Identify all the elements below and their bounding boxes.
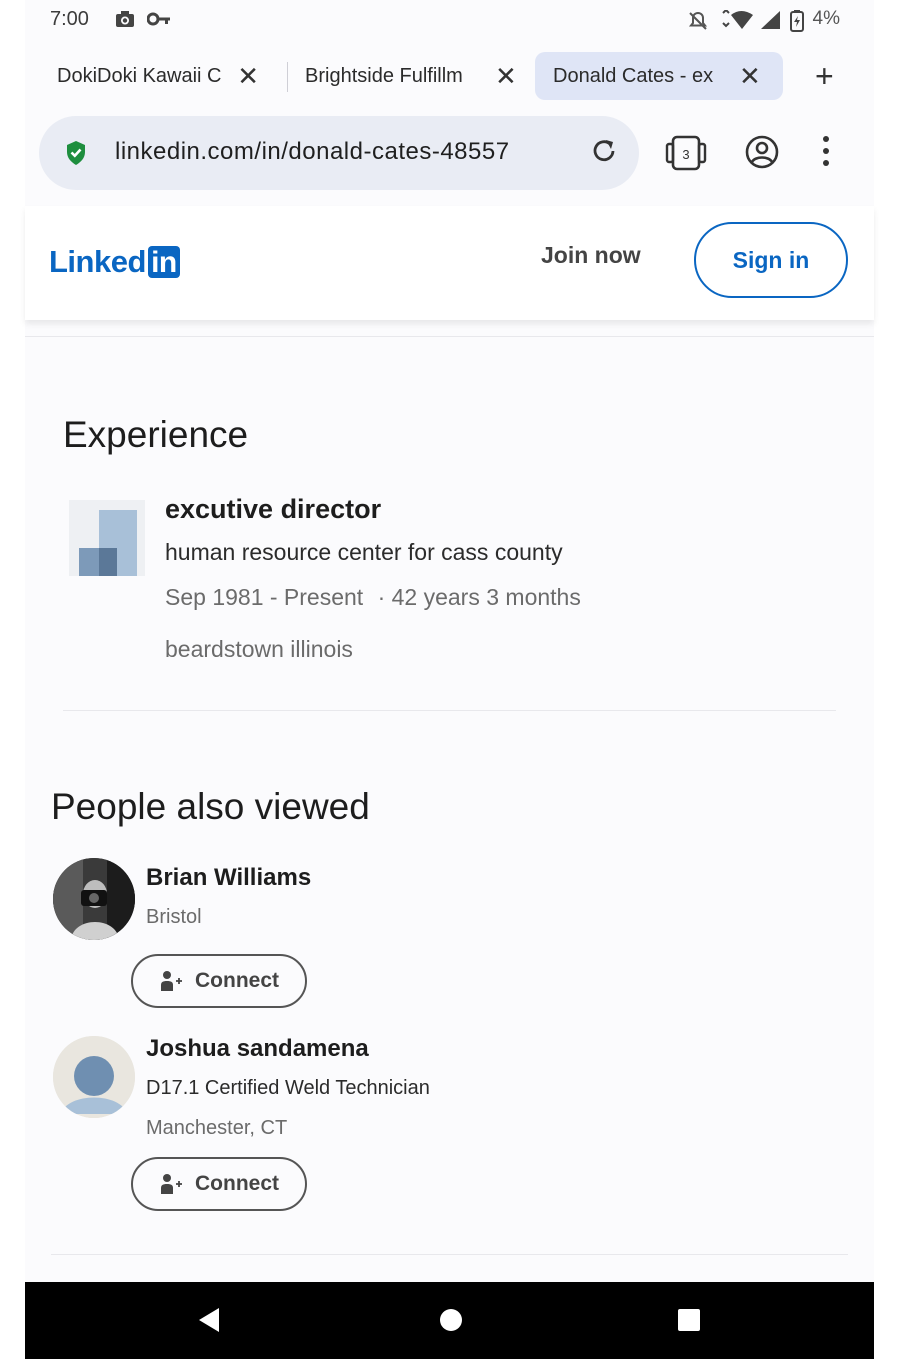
connect-button[interactable]: Connect [131, 954, 307, 1008]
tab-title: Donald Cates - ex [553, 64, 714, 87]
person-location: Bristol [146, 906, 202, 928]
tab-brightside[interactable]: Brightside Fulfillm ✕ [291, 52, 531, 100]
experience-organization[interactable]: human resource center for cass county [165, 539, 563, 566]
company-logo-placeholder [69, 500, 145, 576]
duration: · 42 years 3 months [377, 584, 581, 610]
avatar[interactable] [53, 858, 135, 940]
tab-switcher-icon[interactable]: 3 [665, 134, 707, 177]
person-headline: D17.1 Certified Weld Technician [146, 1077, 430, 1099]
system-navigation-bar [25, 1282, 874, 1359]
tab-count: 3 [682, 147, 689, 162]
linkedin-header: Linked in Join now Sign in [25, 206, 874, 320]
wifi-icon [721, 8, 757, 37]
person-name[interactable]: Brian Williams [146, 864, 311, 892]
experience-title: excutive director [165, 494, 382, 524]
home-icon[interactable] [438, 1306, 464, 1339]
tab-dokidoki[interactable]: DokiDoki Kawaii C ✕ [43, 52, 273, 100]
join-now-link[interactable]: Join now [541, 242, 641, 269]
browser-window: 7:00 4% DokiDoki Kawaii C ✕ Brightside F… [25, 0, 874, 1359]
add-person-icon [161, 1174, 182, 1194]
tab-title: Brightside Fulfillm [305, 64, 463, 87]
tab-strip: DokiDoki Kawaii C ✕ Brightside Fulfillm … [25, 48, 874, 106]
connect-button[interactable]: Connect [131, 1157, 307, 1211]
notifications-off-icon [687, 10, 709, 37]
tab-donald-cates[interactable]: Donald Cates - ex ✕ [535, 52, 783, 100]
avatar[interactable] [53, 1036, 135, 1118]
battery-icon [789, 10, 805, 37]
logo-text: Linked [49, 244, 146, 279]
address-bar[interactable]: linkedin.com/in/donald-cates-48557 [39, 116, 639, 190]
connect-label: Connect [195, 1172, 279, 1195]
new-tab-icon[interactable]: + [815, 60, 834, 92]
tab-divider [287, 62, 288, 92]
add-person-icon [161, 971, 182, 991]
divider [51, 1254, 848, 1255]
account-icon[interactable] [744, 134, 780, 175]
person-name[interactable]: Joshua sandamena [146, 1035, 369, 1063]
date-range: Sep 1981 - Present [165, 584, 364, 610]
people-also-viewed-heading: People also viewed [51, 786, 370, 827]
status-bar: 7:00 4% [25, 0, 874, 40]
url-text[interactable]: linkedin.com/in/donald-cates-48557 [115, 138, 570, 166]
linkedin-logo[interactable]: Linked in [49, 244, 180, 280]
cellular-signal-icon [760, 10, 782, 35]
divider [63, 710, 836, 711]
experience-location: beardstown illinois [165, 636, 353, 662]
sign-in-button[interactable]: Sign in [694, 222, 848, 298]
close-icon[interactable]: ✕ [495, 63, 517, 89]
shield-check-icon[interactable] [65, 140, 87, 171]
reload-icon[interactable] [589, 136, 619, 171]
tab-title: DokiDoki Kawaii C [57, 64, 222, 87]
status-time: 7:00 [50, 8, 89, 30]
battery-level: 4% [812, 8, 840, 29]
divider [25, 336, 874, 337]
experience-heading: Experience [63, 414, 249, 455]
key-icon [146, 10, 171, 33]
logo-in-badge: in [147, 246, 180, 279]
close-icon[interactable]: ✕ [739, 63, 761, 89]
back-icon[interactable] [197, 1306, 221, 1339]
more-vert-icon[interactable] [821, 134, 831, 173]
recents-icon[interactable] [676, 1306, 702, 1339]
connect-label: Connect [195, 969, 279, 992]
close-icon[interactable]: ✕ [237, 63, 259, 89]
camera-icon [115, 10, 135, 33]
person-location: Manchester, CT [146, 1117, 288, 1139]
experience-dates: Sep 1981 - Present · 42 years 3 months [165, 584, 581, 611]
